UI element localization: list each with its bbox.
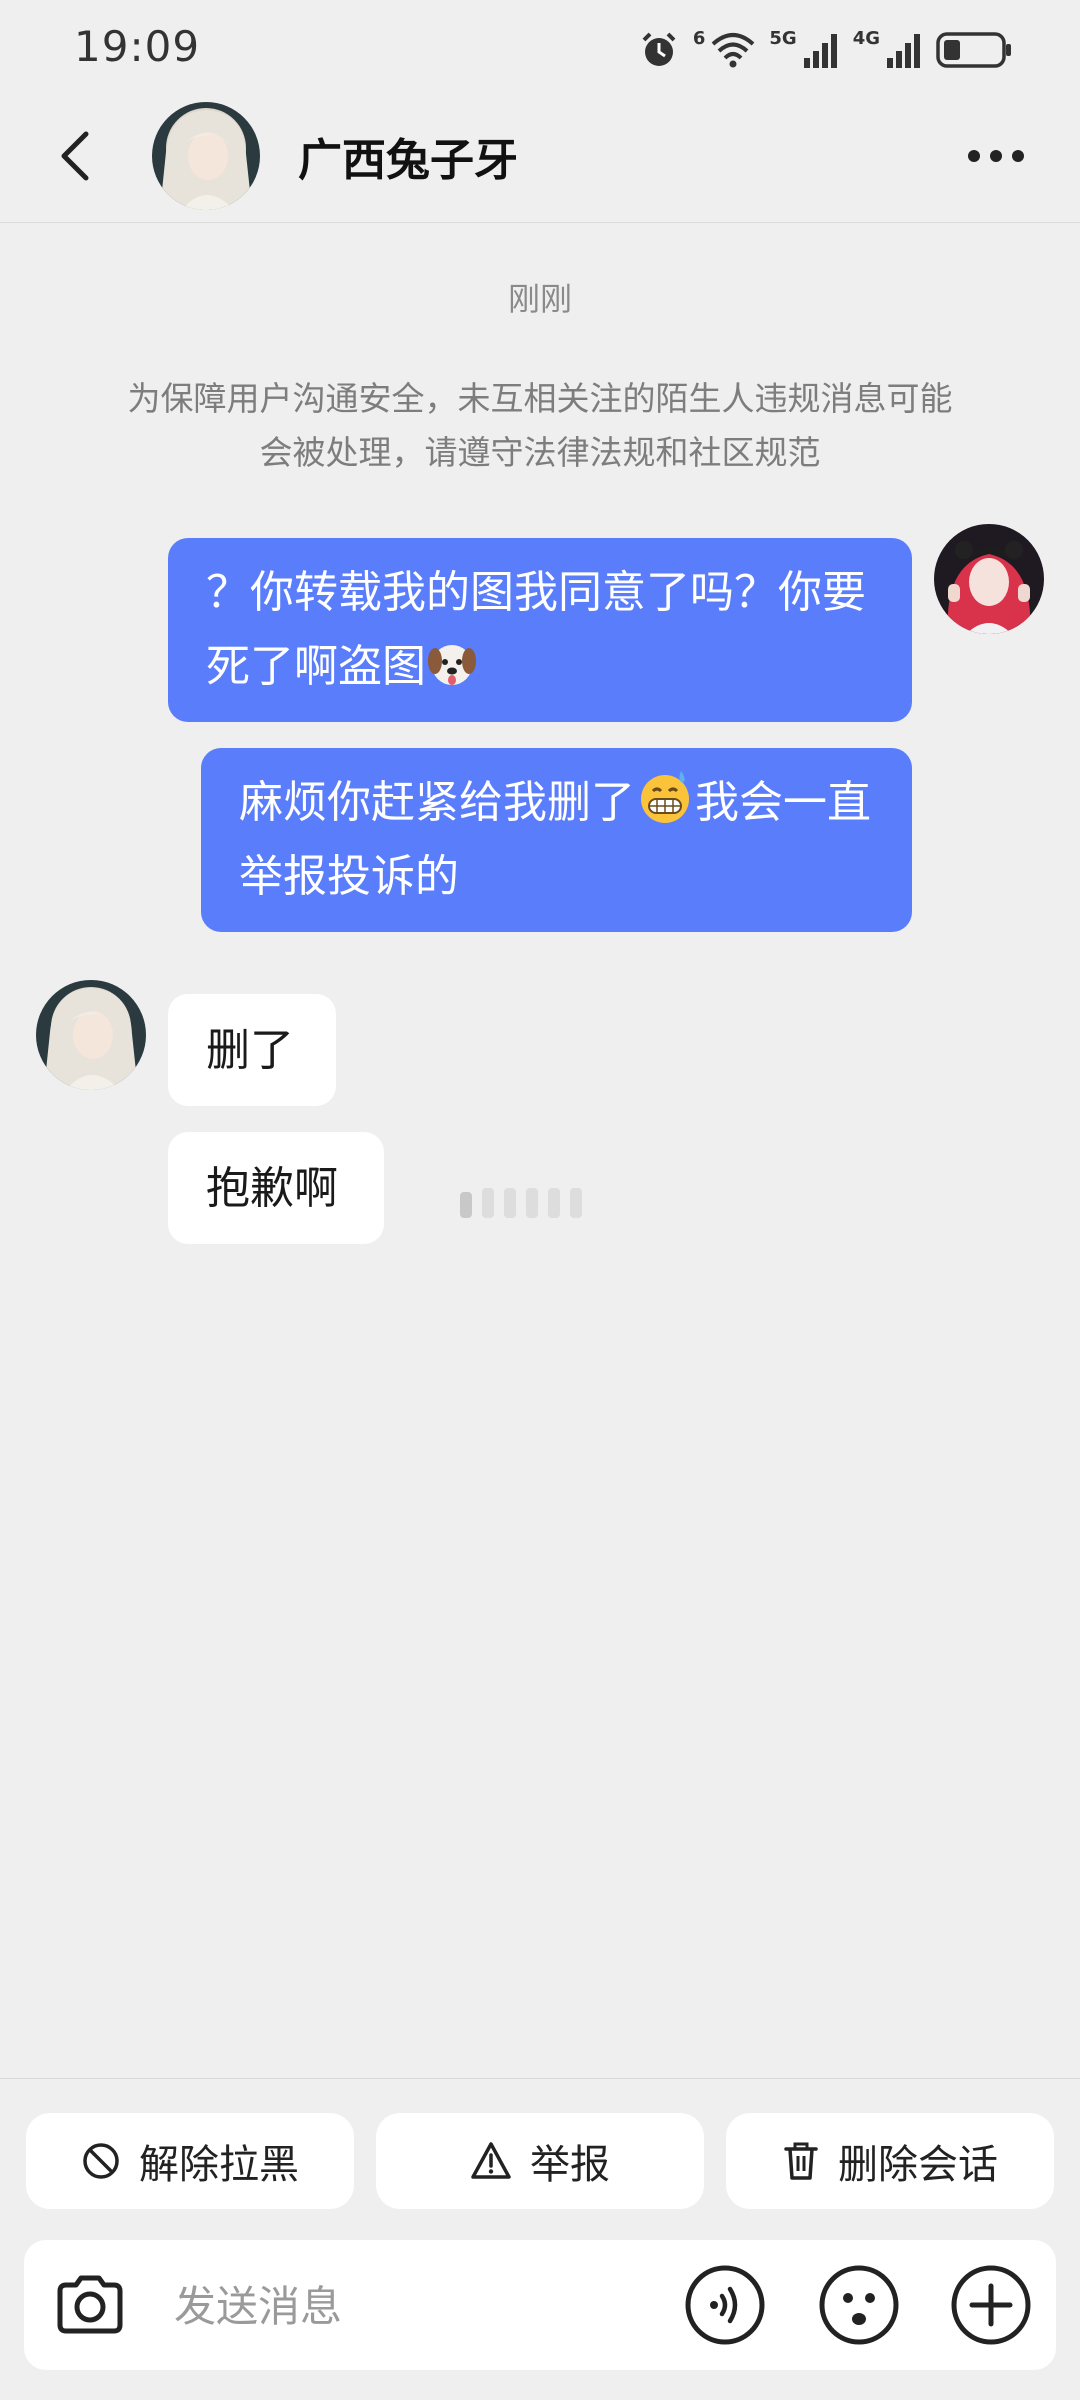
wifi-icon bbox=[712, 33, 755, 68]
bottom-action-bar: 解除拉黑 举报 删除会话 bbox=[0, 2078, 1080, 2400]
indicator-bar bbox=[460, 1192, 472, 1218]
wifi-badge: 6 bbox=[692, 27, 706, 49]
status-bar: 19:09 6 5G 4G bbox=[0, 0, 1080, 100]
outgoing-message[interactable]: 麻烦你赶紧给我删了 我会一直举报投诉的 bbox=[201, 748, 912, 932]
safety-notice: 为保障用户沟通安全，未互相关注的陌生人违规消息可能会被处理，请遵守法律法规和社区… bbox=[127, 379, 953, 472]
delete-conversation-button[interactable]: 删除会话 bbox=[726, 2113, 1054, 2209]
chat-screen: 19:09 6 5G 4G 广西兔子牙 刚刚 为保障用户沟通安全，未互相关注的陌… bbox=[0, 0, 1080, 2400]
alarm-icon bbox=[642, 32, 676, 66]
message-text: 抱歉啊 bbox=[206, 1163, 338, 1214]
grinning-sweat-icon bbox=[641, 771, 689, 823]
network-label-4g: 4G bbox=[852, 27, 880, 49]
network-label-5g: 5G bbox=[769, 27, 797, 49]
outgoing-message[interactable]: ？你转载我的图我同意了吗？你要死了啊盗图 bbox=[168, 538, 912, 722]
more-dot bbox=[1012, 150, 1024, 162]
voice-icon[interactable] bbox=[684, 2264, 766, 2346]
incoming-message[interactable]: 删了 bbox=[168, 994, 336, 1106]
contact-avatar[interactable] bbox=[152, 102, 260, 210]
back-button[interactable] bbox=[44, 124, 108, 188]
unblock-label: 解除拉黑 bbox=[139, 2142, 299, 2188]
contact-avatar-image bbox=[36, 980, 146, 1090]
signal-icon bbox=[803, 34, 837, 68]
trash-icon bbox=[784, 2142, 818, 2180]
warning-icon bbox=[471, 2142, 511, 2179]
signal-icon-2 bbox=[887, 34, 920, 68]
indicator-bar bbox=[526, 1188, 538, 1218]
report-label: 举报 bbox=[530, 2142, 610, 2188]
camera-icon[interactable] bbox=[50, 2265, 130, 2345]
delete-conversation-label: 删除会话 bbox=[838, 2142, 998, 2188]
more-dot bbox=[968, 150, 980, 162]
indicator-bar bbox=[548, 1188, 560, 1218]
more-options-button[interactable] bbox=[956, 126, 1036, 186]
block-icon bbox=[83, 2143, 119, 2179]
status-time: 19:09 bbox=[74, 22, 201, 71]
contact-avatar-in-chat[interactable] bbox=[36, 980, 146, 1090]
contact-avatar-image bbox=[152, 102, 260, 210]
message-text: 麻烦你赶紧给我删了 bbox=[239, 777, 635, 828]
more-dot bbox=[990, 150, 1002, 162]
message-text: ？你转载我的图我同意了吗？你要死了啊盗图 bbox=[206, 567, 866, 692]
report-button[interactable]: 举报 bbox=[376, 2113, 704, 2209]
unblock-button[interactable]: 解除拉黑 bbox=[26, 2113, 354, 2209]
battery-icon bbox=[936, 32, 1011, 68]
contact-name: 广西兔子牙 bbox=[298, 135, 518, 186]
chat-header: 广西兔子牙 bbox=[0, 100, 1080, 223]
plus-icon[interactable] bbox=[950, 2264, 1032, 2346]
message-composer bbox=[24, 2240, 1056, 2370]
faded-indicator bbox=[460, 1188, 582, 1218]
message-input[interactable] bbox=[172, 2274, 656, 2338]
indicator-bar bbox=[570, 1188, 582, 1218]
incoming-message[interactable]: 抱歉啊 bbox=[168, 1132, 384, 1244]
dog-face-icon bbox=[428, 645, 476, 685]
indicator-bar bbox=[482, 1188, 494, 1218]
status-icons: 6 5G 4G bbox=[639, 26, 1012, 74]
message-timestamp: 刚刚 bbox=[507, 280, 572, 318]
message-text: 删了 bbox=[206, 1025, 294, 1076]
indicator-bar bbox=[504, 1188, 516, 1218]
my-avatar-image bbox=[934, 524, 1044, 634]
my-avatar[interactable] bbox=[934, 524, 1044, 634]
emoji-icon[interactable] bbox=[818, 2264, 900, 2346]
chevron-left-icon bbox=[61, 131, 89, 181]
